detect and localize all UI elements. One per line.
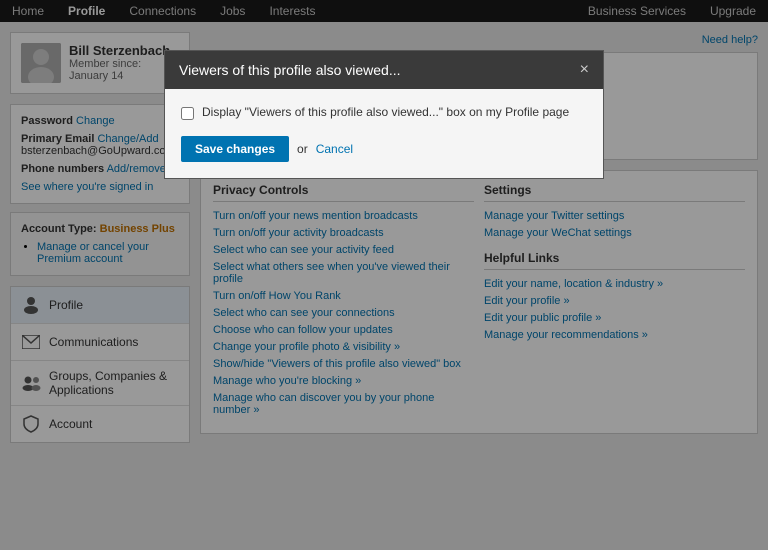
save-changes-button[interactable]: Save changes [181,136,289,162]
or-text: or [297,142,308,156]
modal-header: Viewers of this profile also viewed... × [165,51,603,89]
modal-close-button[interactable]: × [580,61,589,79]
viewers-checkbox[interactable] [181,107,194,120]
cancel-link[interactable]: Cancel [316,142,353,156]
viewers-modal: Viewers of this profile also viewed... ×… [164,50,604,179]
modal-checkbox-row: Display "Viewers of this profile also vi… [181,105,587,120]
modal-overlay: Viewers of this profile also viewed... ×… [0,0,768,550]
modal-title: Viewers of this profile also viewed... [179,62,401,78]
viewers-checkbox-label: Display "Viewers of this profile also vi… [202,105,569,119]
modal-actions: Save changes or Cancel [181,136,587,162]
modal-body: Display "Viewers of this profile also vi… [165,89,603,178]
